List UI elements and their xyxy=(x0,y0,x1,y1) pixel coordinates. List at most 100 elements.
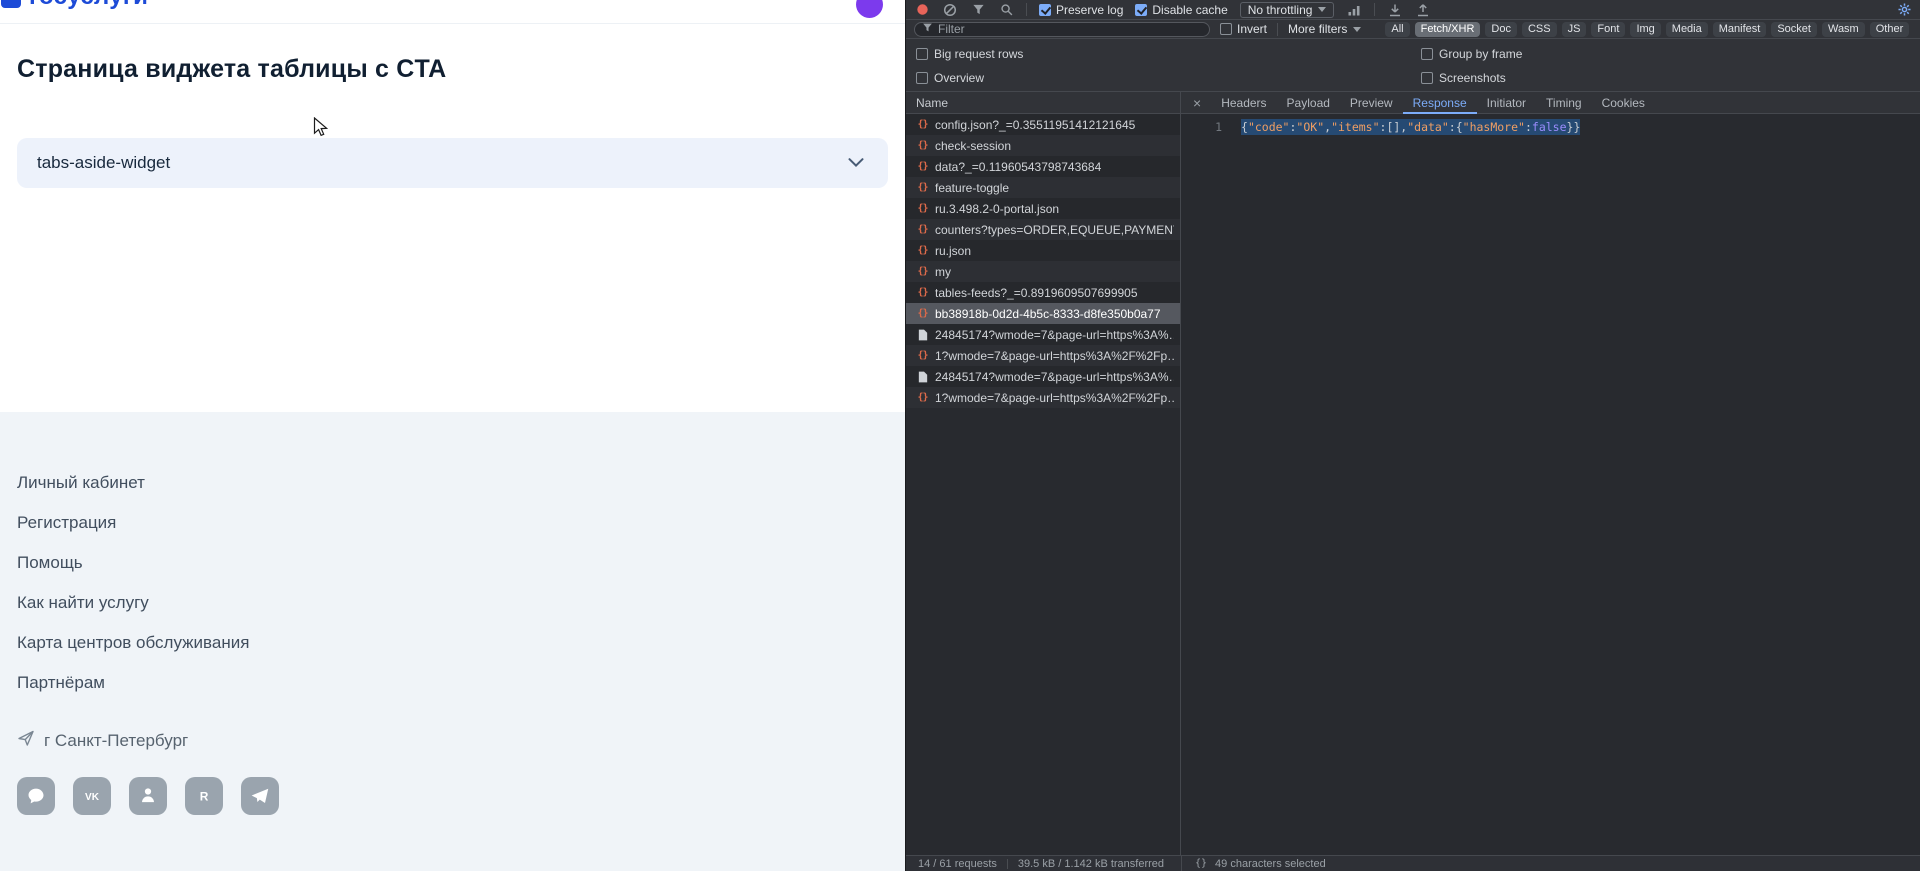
filter-chip-manifest[interactable]: Manifest xyxy=(1712,21,1767,37)
filter-chip-css[interactable]: CSS xyxy=(1521,21,1557,37)
vk-icon[interactable]: VK xyxy=(73,777,111,815)
throttling-select[interactable]: No throttling xyxy=(1239,1,1335,18)
network-option-big-request-rows[interactable]: Big request rows xyxy=(916,42,1023,66)
import-har-icon[interactable] xyxy=(1387,2,1403,18)
network-request-row[interactable]: {} ru.3.498.2-0-portal.json xyxy=(906,198,1180,219)
json-icon: {} xyxy=(917,245,928,256)
network-option-screenshots[interactable]: Screenshots xyxy=(1421,66,1522,90)
checkbox[interactable] xyxy=(916,48,928,60)
rutube-icon[interactable]: R xyxy=(185,777,223,815)
social-links: VK R xyxy=(17,777,279,815)
network-request-row[interactable]: {} check-session xyxy=(906,135,1180,156)
export-har-icon[interactable] xyxy=(1415,2,1431,18)
network-request-row[interactable]: {} feature-toggle xyxy=(906,177,1180,198)
disable-cache-checkbox[interactable]: Disable cache xyxy=(1135,3,1228,17)
response-content[interactable]: 1 {"code":"OK","items":[],"data":{"hasMo… xyxy=(1181,114,1920,855)
network-request-row[interactable]: {} config.json?_=0.35511951412121645 xyxy=(906,114,1180,135)
json-token: "code" xyxy=(1247,120,1290,134)
filter-chip-doc[interactable]: Doc xyxy=(1485,21,1517,37)
json-icon: {} xyxy=(917,308,928,319)
json-token: : xyxy=(1524,120,1532,134)
request-name: 24845174?wmode=7&page-url=https%3A%… xyxy=(935,327,1174,342)
network-request-row[interactable]: {} bb38918b-0d2d-4b5c-8333-d8fe350b0a77 xyxy=(906,303,1180,324)
checkbox[interactable] xyxy=(1421,72,1433,84)
checkbox[interactable] xyxy=(1135,3,1148,16)
filter-funnel-icon xyxy=(922,22,933,36)
checkbox[interactable] xyxy=(1421,48,1433,60)
filter-chip-wasm[interactable]: Wasm xyxy=(1821,21,1865,37)
filter-input[interactable] xyxy=(938,22,1202,36)
network-request-row[interactable]: {} 1?wmode=7&page-url=https%3A%2F%2Fp… xyxy=(906,387,1180,408)
request-detail-panel: × Headers Payload Preview Response Initiator… xyxy=(1181,92,1920,855)
network-option-overview[interactable]: Overview xyxy=(916,66,1023,90)
messenger-icon[interactable] xyxy=(17,777,55,815)
network-request-row[interactable]: 24845174?wmode=7&page-url=https%3A%… xyxy=(906,324,1180,345)
record-icon[interactable] xyxy=(914,2,930,18)
filter-chip-other[interactable]: Other xyxy=(1869,21,1910,37)
tab-response[interactable]: Response xyxy=(1403,92,1477,114)
footer-link[interactable]: Карта центров обслуживания xyxy=(17,633,249,653)
checkbox[interactable] xyxy=(1220,23,1232,35)
filter-chip-img[interactable]: Img xyxy=(1630,21,1661,37)
location-row[interactable]: г Санкт-Петербург xyxy=(17,729,188,752)
network-request-row[interactable]: {} my xyxy=(906,261,1180,282)
clear-icon[interactable] xyxy=(942,2,958,18)
network-request-row[interactable]: {} ru.json xyxy=(906,240,1180,261)
preserve-log-checkbox[interactable]: Preserve log xyxy=(1039,3,1123,17)
ok-icon[interactable] xyxy=(129,777,167,815)
footer-link[interactable]: Партнёрам xyxy=(17,673,105,693)
settings-gear-icon[interactable] xyxy=(1896,2,1912,18)
network-request-row[interactable]: 24845174?wmode=7&page-url=https%3A%… xyxy=(906,366,1180,387)
svg-text:VK: VK xyxy=(85,792,100,803)
accordion-tabs-aside-widget[interactable]: tabs-aside-widget xyxy=(17,138,888,188)
json-icon: {} xyxy=(917,119,928,130)
options-column-right: Group by frame Screenshots xyxy=(1421,42,1522,90)
tab-timing[interactable]: Timing xyxy=(1536,92,1592,114)
request-name: bb38918b-0d2d-4b5c-8333-d8fe350b0a77 xyxy=(935,306,1161,321)
search-icon[interactable] xyxy=(998,2,1014,18)
filter-funnel-icon[interactable] xyxy=(970,2,986,18)
footer-link[interactable]: Как найти услугу xyxy=(17,593,149,613)
filter-chip-fetchxhr[interactable]: Fetch/XHR xyxy=(1414,21,1481,37)
network-filter-box[interactable] xyxy=(914,21,1210,37)
chevron-down-icon xyxy=(1353,26,1362,32)
checkbox[interactable] xyxy=(916,72,928,84)
network-request-row[interactable]: {} tables-feeds?_=0.8919609507699905 xyxy=(906,282,1180,303)
tab-headers[interactable]: Headers xyxy=(1211,92,1276,114)
line-number: 1 xyxy=(1215,120,1222,134)
network-name-header[interactable]: Name xyxy=(906,92,1180,114)
avatar[interactable] xyxy=(856,0,883,18)
invert-checkbox[interactable]: Invert xyxy=(1220,22,1267,36)
request-name: ru.json xyxy=(935,243,972,258)
tab-payload[interactable]: Payload xyxy=(1277,92,1340,114)
option-label: Group by frame xyxy=(1439,47,1523,61)
network-request-row[interactable]: {} data?_=0.11960543798743684 xyxy=(906,156,1180,177)
invert-label: Invert xyxy=(1237,22,1268,36)
site-logo[interactable]: госуслуги xyxy=(29,0,148,11)
format-json-icon[interactable]: {} xyxy=(1195,858,1207,869)
network-conditions-icon[interactable] xyxy=(1346,2,1362,18)
request-list-panel: Name {} config.json?_=0.35511951412121645… xyxy=(906,92,1181,855)
filter-chip-font[interactable]: Font xyxy=(1591,21,1626,37)
filter-chip-all[interactable]: All xyxy=(1385,21,1410,37)
filter-chip-socket[interactable]: Socket xyxy=(1771,21,1817,37)
network-option-group-by-frame[interactable]: Group by frame xyxy=(1421,42,1522,66)
close-icon[interactable]: × xyxy=(1181,95,1211,111)
filter-chip-js[interactable]: JS xyxy=(1561,21,1587,37)
selection-summary: 49 characters selected xyxy=(1215,857,1326,870)
json-icon: {} xyxy=(917,287,928,298)
footer-link[interactable]: Помощь xyxy=(17,553,83,573)
response-code-line[interactable]: {"code":"OK","items":[],"data":{"hasMore… xyxy=(1241,119,1581,135)
tab-initiator[interactable]: Initiator xyxy=(1477,92,1536,114)
throttling-value: No throttling xyxy=(1247,2,1313,17)
filter-chip-media[interactable]: Media xyxy=(1665,21,1708,37)
tab-preview[interactable]: Preview xyxy=(1340,92,1403,114)
tab-cookies[interactable]: Cookies xyxy=(1592,92,1655,114)
footer-link[interactable]: Личный кабинет xyxy=(17,473,145,493)
more-filters-dropdown[interactable]: More filters xyxy=(1288,21,1362,37)
checkbox[interactable] xyxy=(1039,3,1051,16)
network-request-row[interactable]: {} counters?types=ORDER,EQUEUE,PAYMENT,G… xyxy=(906,219,1180,240)
footer-link[interactable]: Регистрация xyxy=(17,513,116,533)
network-request-row[interactable]: {} 1?wmode=7&page-url=https%3A%2F%2Fp… xyxy=(906,345,1180,366)
telegram-icon[interactable] xyxy=(241,777,279,815)
